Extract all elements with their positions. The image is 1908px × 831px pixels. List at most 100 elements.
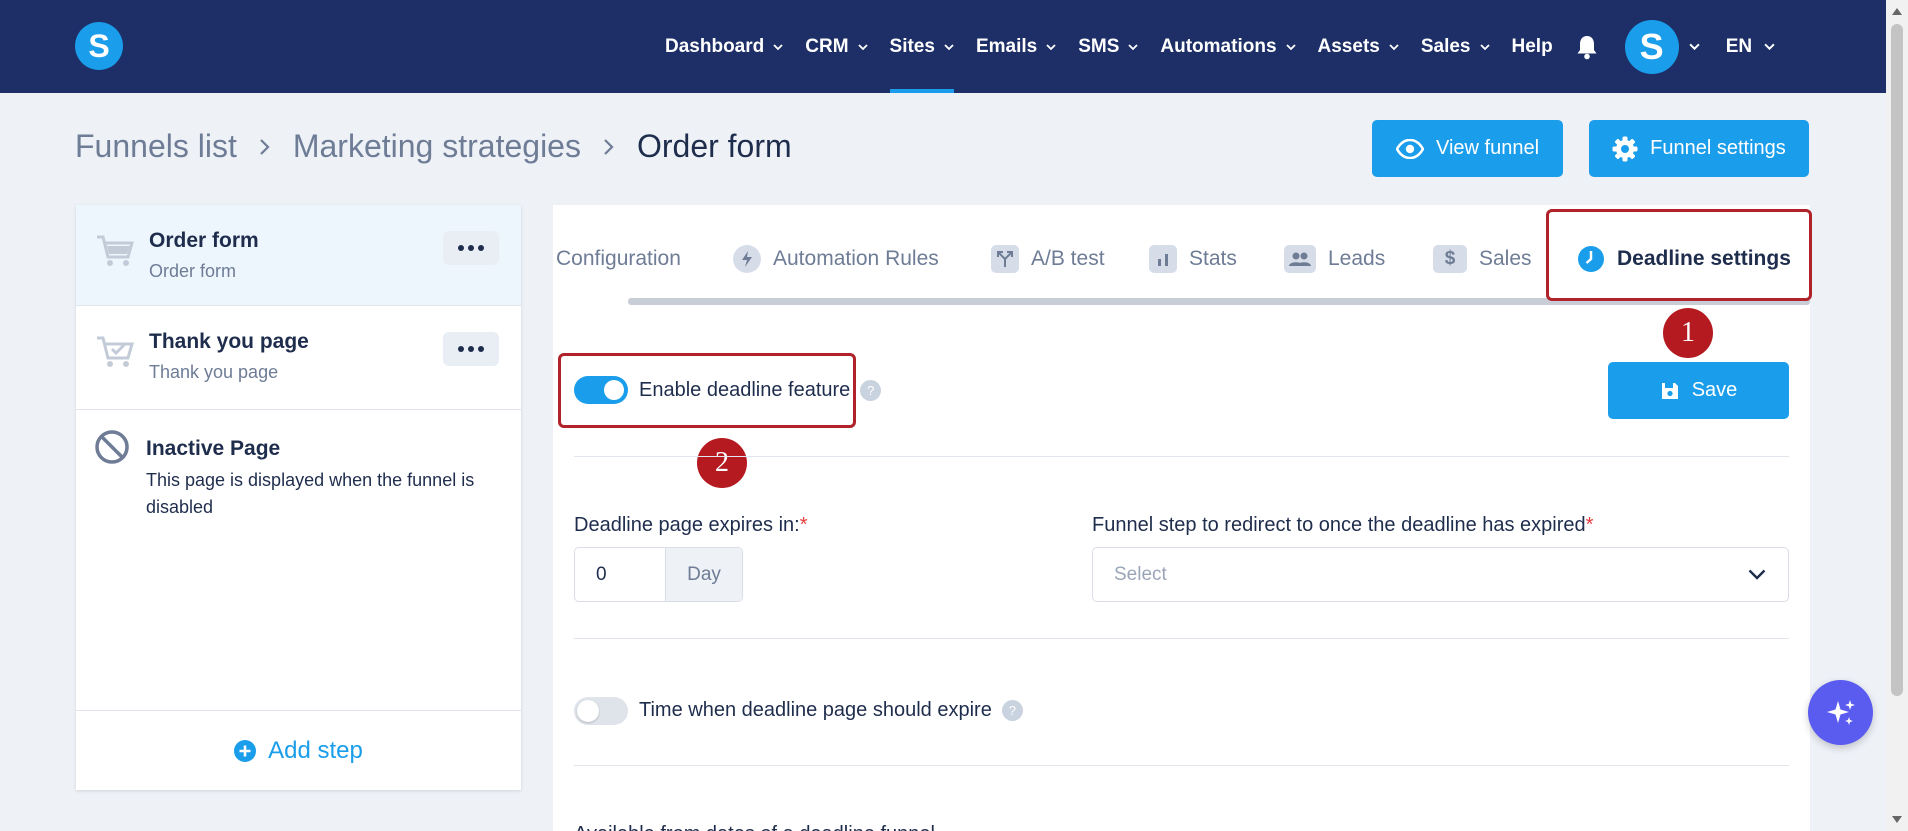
tab-stats[interactable]: Stats (1149, 237, 1237, 281)
help-icon[interactable]: ? (860, 380, 882, 402)
chevron-down-icon[interactable] (1689, 41, 1700, 52)
nav-sites-label: Sites (889, 35, 935, 57)
nav-sales-label: Sales (1420, 35, 1471, 57)
eye-icon (1395, 138, 1424, 159)
expires-label-text: Deadline page expires in: (574, 514, 800, 536)
required-asterisk: * (1585, 514, 1594, 536)
chevron-down-icon (773, 43, 783, 50)
nav-sms[interactable]: SMS (1078, 0, 1139, 93)
nav-crm-label: CRM (805, 35, 849, 57)
bell-icon[interactable] (1575, 34, 1599, 60)
nav-dashboard-label: Dashboard (665, 35, 765, 57)
gear-icon (1612, 136, 1638, 161)
scroll-down-arrow-icon[interactable] (1892, 816, 1902, 823)
add-step-button[interactable]: Add step (76, 710, 521, 790)
time-expire-toggle[interactable] (574, 697, 628, 725)
ban-icon (95, 430, 129, 464)
funnel-settings-button[interactable]: Funnel settings (1589, 120, 1809, 177)
step-marker-1: 1 (1663, 308, 1713, 358)
step-thank-you-page[interactable]: Thank you page Thank you page (76, 306, 521, 410)
step-inactive-page[interactable]: Inactive Page This page is displayed whe… (76, 410, 521, 560)
expires-days-input[interactable] (575, 548, 665, 601)
top-navbar: S Dashboard CRM Sites Emails SMS Automat… (0, 0, 1886, 93)
step-title: Order form (149, 229, 259, 252)
expires-field-label: Deadline page expires in:* (574, 514, 808, 537)
nav-assets[interactable]: Assets (1318, 0, 1399, 93)
chevron-down-icon (857, 43, 868, 50)
dollar-icon: $ (1433, 245, 1467, 273)
chevron-right-icon (604, 138, 614, 155)
ai-assistant-button[interactable] (1808, 680, 1873, 745)
page-title: Order form (636, 128, 792, 164)
help-icon[interactable]: ? (1001, 700, 1023, 722)
view-funnel-button[interactable]: View funnel (1372, 120, 1563, 177)
scroll-up-arrow-icon[interactable] (1892, 8, 1902, 15)
step-more-options-button[interactable] (443, 231, 499, 265)
step-order-form[interactable]: Order form Order form (76, 205, 521, 306)
step-marker-2: 2 (697, 438, 747, 488)
chevron-down-icon (1748, 569, 1766, 580)
step-title: Thank you page (149, 330, 309, 353)
nav-emails[interactable]: Emails (976, 0, 1056, 93)
nav-emails-label: Emails (975, 35, 1038, 57)
tab-sales-label: Sales (1479, 247, 1532, 270)
redirect-step-select[interactable]: Select (1092, 547, 1789, 602)
tab-ab-test-label: A/B test (1031, 247, 1105, 270)
scrollbar-thumb[interactable] (1891, 24, 1903, 696)
time-expire-label: Time when deadline page should expire (639, 699, 992, 721)
users-icon (1284, 245, 1316, 273)
chevron-down-icon (1764, 43, 1775, 51)
language-selector[interactable]: EN (1726, 36, 1775, 58)
tab-ab-test[interactable]: A/B test (991, 237, 1105, 281)
breadcrumb-marketing-strategies[interactable]: Marketing strategies (293, 128, 581, 165)
user-avatar[interactable]: S (1624, 19, 1679, 74)
bolt-icon (733, 245, 761, 273)
tab-sales[interactable]: $ Sales (1433, 237, 1532, 281)
step-title: Inactive Page (146, 437, 281, 460)
tab-automation-rules[interactable]: Automation Rules (733, 237, 939, 281)
chevron-down-icon (1479, 43, 1490, 50)
available-dates-label: Available from dates of a deadline funne… (574, 823, 935, 831)
step-subtitle: Thank you page (149, 362, 279, 382)
breadcrumb-funnels-list[interactable]: Funnels list (75, 128, 237, 165)
tab-leads-label: Leads (1328, 247, 1386, 270)
funnel-settings-label: Funnel settings (1650, 137, 1786, 159)
nav-dashboard[interactable]: Dashboard (665, 0, 783, 93)
nav-help-label: Help (1511, 35, 1553, 57)
tab-leads[interactable]: Leads (1284, 237, 1385, 281)
nav-sms-label: SMS (1078, 35, 1120, 57)
bar-chart-icon (1149, 245, 1177, 273)
language-label: EN (1725, 35, 1753, 57)
add-step-label: Add step (268, 736, 363, 764)
time-expire-row: Time when deadline page should expire? (639, 699, 1023, 722)
expires-unit-addon: Day (665, 548, 742, 601)
floppy-disk-icon (1661, 382, 1678, 399)
nav-automations[interactable]: Automations (1160, 0, 1296, 93)
chevron-right-icon (260, 138, 270, 155)
chevron-down-icon (1128, 43, 1139, 50)
nav-sites[interactable]: Sites (889, 0, 955, 93)
tab-highlight-box (1546, 209, 1812, 301)
redirect-select-placeholder: Select (1114, 563, 1167, 585)
breadcrumb: Funnels list Marketing strategies Order … (75, 128, 792, 165)
tab-stats-label: Stats (1189, 247, 1237, 270)
redirect-label-text: Funnel step to redirect to once the dead… (1092, 514, 1586, 536)
chevron-down-icon (1046, 43, 1056, 50)
split-icon (991, 245, 1019, 273)
step-more-options-button[interactable] (443, 332, 499, 366)
tab-automation-rules-label: Automation Rules (773, 247, 939, 270)
sparkles-icon (1826, 699, 1855, 725)
divider (574, 456, 1789, 457)
view-funnel-label: View funnel (1435, 137, 1540, 159)
tab-configuration-label: Configuration (556, 247, 681, 270)
nav-help[interactable]: Help (1512, 0, 1553, 93)
step-settings-panel: Configuration Automation Rules A/B test … (553, 205, 1812, 831)
nav-sales[interactable]: Sales (1421, 0, 1490, 93)
tab-configuration[interactable]: Configuration (556, 237, 681, 281)
app-logo[interactable]: S (75, 22, 123, 70)
page-scrollbar[interactable] (1886, 0, 1908, 831)
nav-crm[interactable]: CRM (805, 0, 868, 93)
save-button[interactable]: Save (1608, 362, 1789, 419)
funnel-steps-panel: Order form Order form Thank you page Tha… (76, 205, 521, 790)
nav-automations-label: Automations (1160, 35, 1277, 57)
